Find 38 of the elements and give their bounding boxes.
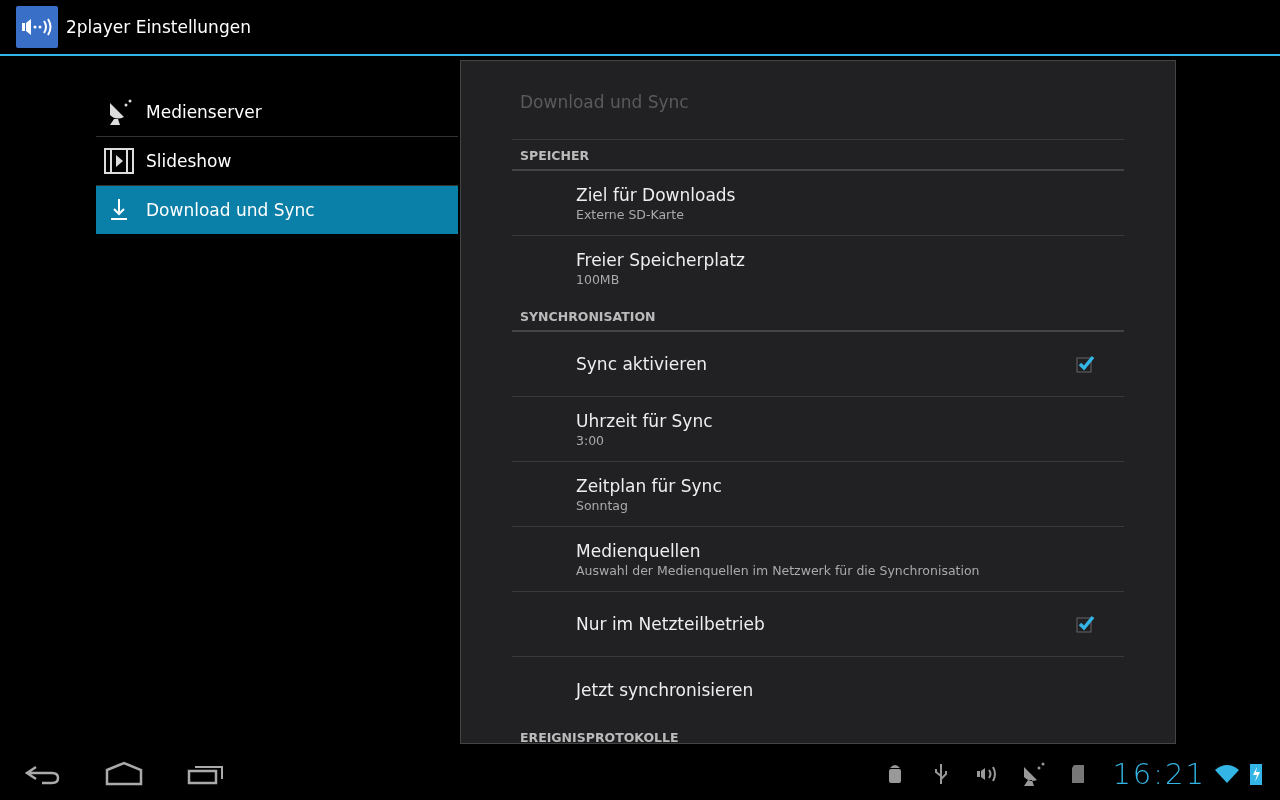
section-header: EREIGNISPROTOKOLLE bbox=[512, 722, 1124, 743]
preference-title: Jetzt synchronisieren bbox=[576, 679, 755, 700]
sidebar-label: Slideshow bbox=[146, 151, 232, 171]
preference-title: Nur im Netzteilbetrieb bbox=[576, 614, 766, 634]
preference-summary: Externe SD-Karte bbox=[576, 206, 685, 222]
clock: 16:21 bbox=[1112, 757, 1206, 791]
preference-row[interactable]: Sync aktivieren bbox=[512, 332, 1124, 397]
app-icon bbox=[16, 6, 58, 48]
preference-summary: 100MB bbox=[576, 272, 621, 287]
section-header: SPEICHER bbox=[512, 140, 1124, 171]
preference-title: Freier Speicherplatz bbox=[576, 250, 747, 270]
preference-title: Sync aktivieren bbox=[576, 354, 709, 374]
sidebar-label: Download und Sync bbox=[146, 200, 315, 220]
preference-row[interactable]: Medienquellen Auswahl der Medienquellen im Netzwerk für die Synchronisation bbox=[512, 527, 1124, 592]
preference-summary: Sonntag bbox=[576, 497, 629, 513]
film-strip-icon bbox=[104, 146, 134, 176]
preference-summary: Auswahl der Medienquellen im Netzwerk für die Synchronisation bbox=[576, 562, 981, 578]
panel-title: Download und Sync bbox=[512, 61, 1124, 140]
preference-title: Ziel für Downloads bbox=[576, 184, 737, 205]
sidebar-item[interactable]: Download und Sync bbox=[96, 186, 458, 234]
preference-row[interactable]: Zeitplan für Sync Sonntag bbox=[512, 462, 1124, 527]
preference-title: Zeitplan für Sync bbox=[576, 475, 723, 496]
sidebar-item[interactable]: Medienserver bbox=[96, 88, 458, 137]
app-title: 2player Einstellungen bbox=[66, 17, 251, 37]
preference-row[interactable]: Nur im Netzteilbetrieb bbox=[512, 592, 1124, 657]
preference-row[interactable]: Ziel für Downloads Externe SD-Karte bbox=[512, 171, 1124, 236]
battery-charging-icon bbox=[1248, 761, 1264, 787]
preference-row[interactable]: Uhrzeit für Sync 3:00 bbox=[512, 397, 1124, 462]
preference-row[interactable]: Freier Speicherplatz 100MB bbox=[512, 236, 1124, 301]
preference-title: Uhrzeit für Sync bbox=[576, 410, 714, 431]
preference-summary: 3:00 bbox=[576, 432, 606, 448]
preference-title: Medienquellen bbox=[576, 540, 702, 561]
home-button[interactable] bbox=[104, 761, 144, 787]
checkbox[interactable] bbox=[1074, 613, 1096, 635]
sidebar-label: Medienserver bbox=[146, 102, 262, 122]
preference-row[interactable]: Jetzt synchronisieren bbox=[512, 657, 1124, 722]
checkbox[interactable] bbox=[1074, 353, 1096, 375]
section-header: SYNCHRONISATION bbox=[512, 301, 1124, 332]
